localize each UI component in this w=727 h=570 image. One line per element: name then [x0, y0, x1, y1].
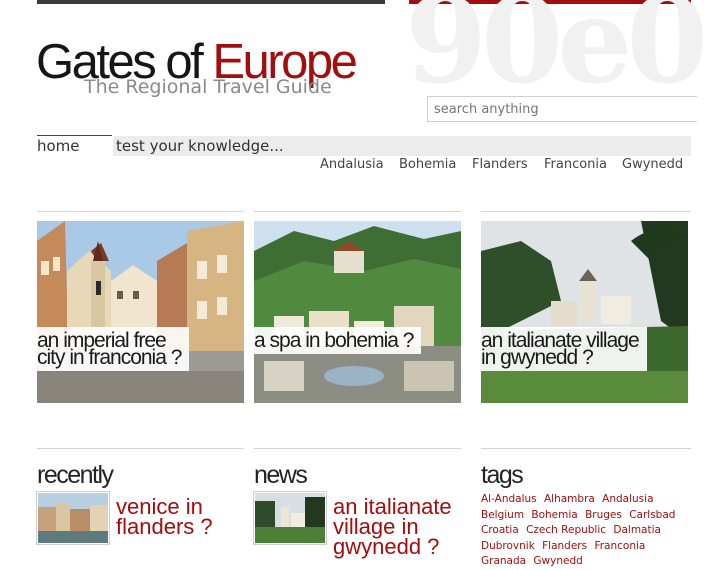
feature-card-franconia[interactable]: an imperial free city in franconia ? [37, 221, 244, 403]
region-link-bohemia[interactable]: Bohemia [399, 157, 456, 173]
news-thumbnail-image [255, 493, 325, 543]
feature-caption-line: a spa in bohemia ? [254, 329, 414, 352]
top-bar-dark [37, 0, 385, 4]
region-link-flanders[interactable]: Flanders [472, 157, 528, 173]
site-tagline: The Regional Travel Guide [84, 76, 332, 98]
divider [254, 448, 461, 449]
tag-link[interactable]: Carlsbad [629, 509, 675, 521]
nav-quiz-link[interactable]: test your knowledge... [116, 136, 284, 156]
divider [254, 211, 461, 212]
section-title-tags: tags [481, 461, 524, 489]
header-watermark: 90e0 [405, 0, 705, 96]
region-link-andalusia[interactable]: Andalusia [320, 157, 384, 173]
tag-link[interactable]: Flanders [542, 540, 587, 552]
nav-home-link[interactable]: home [37, 136, 80, 156]
feature-caption: a spa in bohemia ? [254, 327, 422, 354]
feature-image-franconia [37, 221, 244, 403]
tag-link[interactable]: Andalusia [602, 493, 653, 505]
region-link-gwynedd[interactable]: Gwynedd [622, 157, 683, 173]
section-title-recently: recently [37, 461, 114, 489]
tag-link[interactable]: Czech Republic [526, 524, 606, 536]
divider [481, 211, 691, 212]
divider [37, 448, 244, 449]
news-item-title-line: gwynedd ? [333, 534, 440, 559]
feature-caption: an imperial free city in franconia ? [37, 327, 190, 371]
recent-item-title-line: flanders ? [116, 514, 213, 539]
tag-link[interactable]: Dubrovnik [481, 540, 535, 552]
feature-caption: an italianate village in gwynedd ? [481, 327, 647, 371]
region-link-franconia[interactable]: Franconia [544, 157, 607, 173]
feature-caption-line: city in franconia ? [37, 346, 182, 369]
divider [481, 448, 691, 449]
feature-image-gwynedd [481, 221, 688, 403]
tag-link[interactable]: Alhambra [544, 493, 595, 505]
recent-thumbnail-image [38, 493, 108, 543]
news-item-link[interactable]: an italianate village in gwynedd ? [333, 496, 452, 559]
recent-item-link[interactable]: venice in flanders ? [116, 496, 213, 539]
tag-link[interactable]: Gwynedd [533, 555, 582, 567]
recent-item-thumbnail[interactable] [36, 491, 110, 545]
section-title-news: news [254, 461, 308, 489]
tag-link[interactable]: Bruges [585, 509, 622, 521]
tag-cloud: Al-Andalus Alhambra Andalusia Belgium Bo… [481, 492, 696, 570]
news-item-thumbnail[interactable] [253, 491, 327, 545]
tag-link[interactable]: Belgium [481, 509, 524, 521]
divider [37, 211, 244, 212]
tag-link[interactable]: Croatia [481, 524, 519, 536]
feature-card-bohemia[interactable]: a spa in bohemia ? [254, 221, 461, 403]
tag-link[interactable]: Dalmatia [613, 524, 661, 536]
tag-link[interactable]: Al-Andalus [481, 493, 537, 505]
tag-link[interactable]: Franconia [594, 540, 645, 552]
feature-card-gwynedd[interactable]: an italianate village in gwynedd ? [481, 221, 688, 403]
search-input[interactable] [427, 96, 697, 122]
tag-link[interactable]: Granada [481, 555, 526, 567]
feature-image-bohemia [254, 221, 461, 403]
tag-link[interactable]: Bohemia [531, 509, 577, 521]
